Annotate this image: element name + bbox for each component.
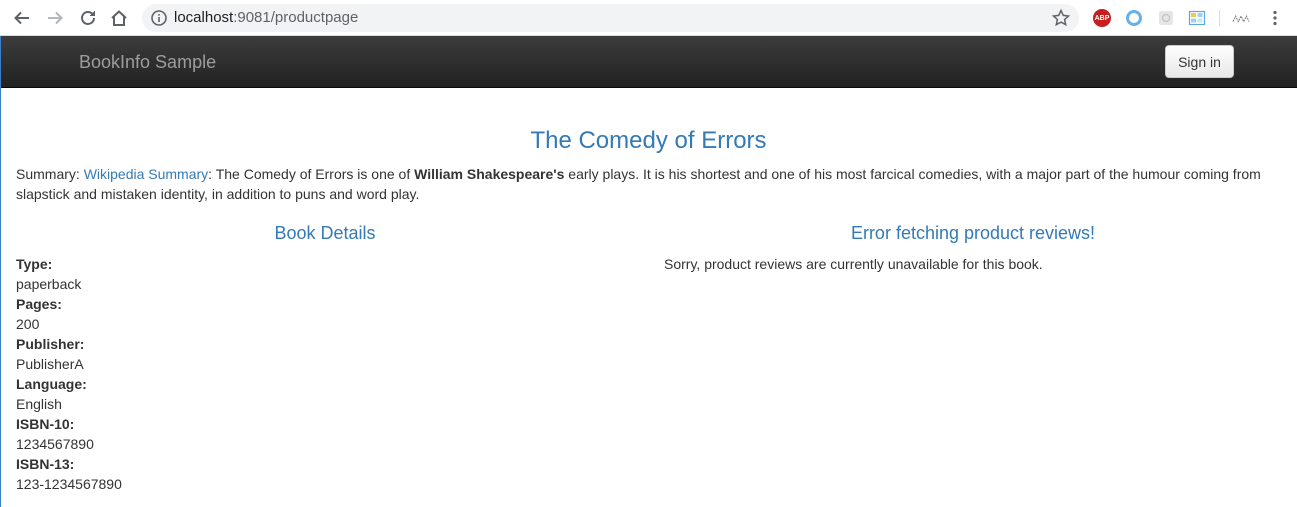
bookmark-star-icon[interactable]: [1051, 8, 1071, 28]
extension-wave-icon[interactable]: [1232, 9, 1250, 27]
forward-arrow-icon: [48, 11, 63, 25]
reload-button[interactable]: [76, 6, 100, 30]
url-host: localhost: [174, 9, 234, 26]
info-icon[interactable]: [150, 9, 168, 27]
detail-label: ISBN-10:: [16, 416, 75, 432]
brand-link[interactable]: BookInfo Sample: [79, 51, 216, 73]
url-text[interactable]: localhost:9081/productpage: [174, 9, 358, 27]
product-summary: Summary: Wikipedia Summary: The Comedy o…: [16, 164, 1281, 204]
extension-gear-icon[interactable]: [1157, 9, 1175, 27]
menu-dots-icon[interactable]: [1266, 9, 1284, 27]
detail-label: Type:: [16, 256, 53, 272]
detail-value: paperback: [16, 276, 82, 292]
extension-ring-icon[interactable]: [1125, 9, 1143, 27]
detail-value: PublisherA: [16, 356, 84, 372]
home-button[interactable]: [107, 6, 131, 30]
extension-grid-icon[interactable]: [1188, 9, 1206, 27]
book-details-heading: Book Details: [274, 223, 376, 243]
back-button[interactable]: [10, 6, 34, 30]
back-arrow-icon: [14, 11, 29, 25]
adblock-label: ABP: [1094, 14, 1110, 22]
wikipedia-summary-link[interactable]: Wikipedia Summary: [84, 166, 208, 182]
url-path: :9081/productpage: [233, 9, 359, 26]
product-title: The Comedy of Errors: [530, 127, 767, 154]
reload-icon: [81, 11, 95, 25]
home-icon: [111, 10, 127, 26]
detail-value: 123-1234567890: [16, 476, 122, 492]
detail-label: ISBN-13:: [16, 456, 75, 472]
reviews-error-heading: Error fetching product reviews!: [850, 223, 1096, 243]
detail-label: Publisher:: [16, 336, 85, 352]
address-bar[interactable]: localhost:9081/productpage: [142, 4, 1079, 32]
browser-toolbar: localhost:9081/productpage ABP: [0, 0, 1297, 36]
sign-in-button[interactable]: Sign in: [1165, 45, 1234, 78]
detail-value: 1234567890: [16, 436, 94, 452]
app-navbar: BookInfo Sample Sign in: [1, 36, 1297, 88]
forward-button[interactable]: [43, 6, 67, 30]
adblock-extension-icon[interactable]: ABP: [1093, 9, 1111, 27]
book-details-list: Type: paperback Pages: 200 Publisher: Pu…: [16, 254, 122, 494]
summary-text-start: : The Comedy of Errors is one of: [208, 166, 415, 182]
detail-label: Pages:: [16, 296, 62, 312]
toolbar-divider: [1219, 10, 1220, 26]
summary-prefix: Summary:: [16, 166, 84, 182]
detail-label: Language:: [16, 376, 87, 392]
summary-author: William Shakespeare's: [414, 166, 565, 182]
reviews-error-message: Sorry, product reviews are currently una…: [664, 256, 1043, 272]
detail-value: 200: [16, 316, 40, 332]
window-edge: [0, 36, 1, 507]
detail-value: English: [16, 396, 62, 412]
